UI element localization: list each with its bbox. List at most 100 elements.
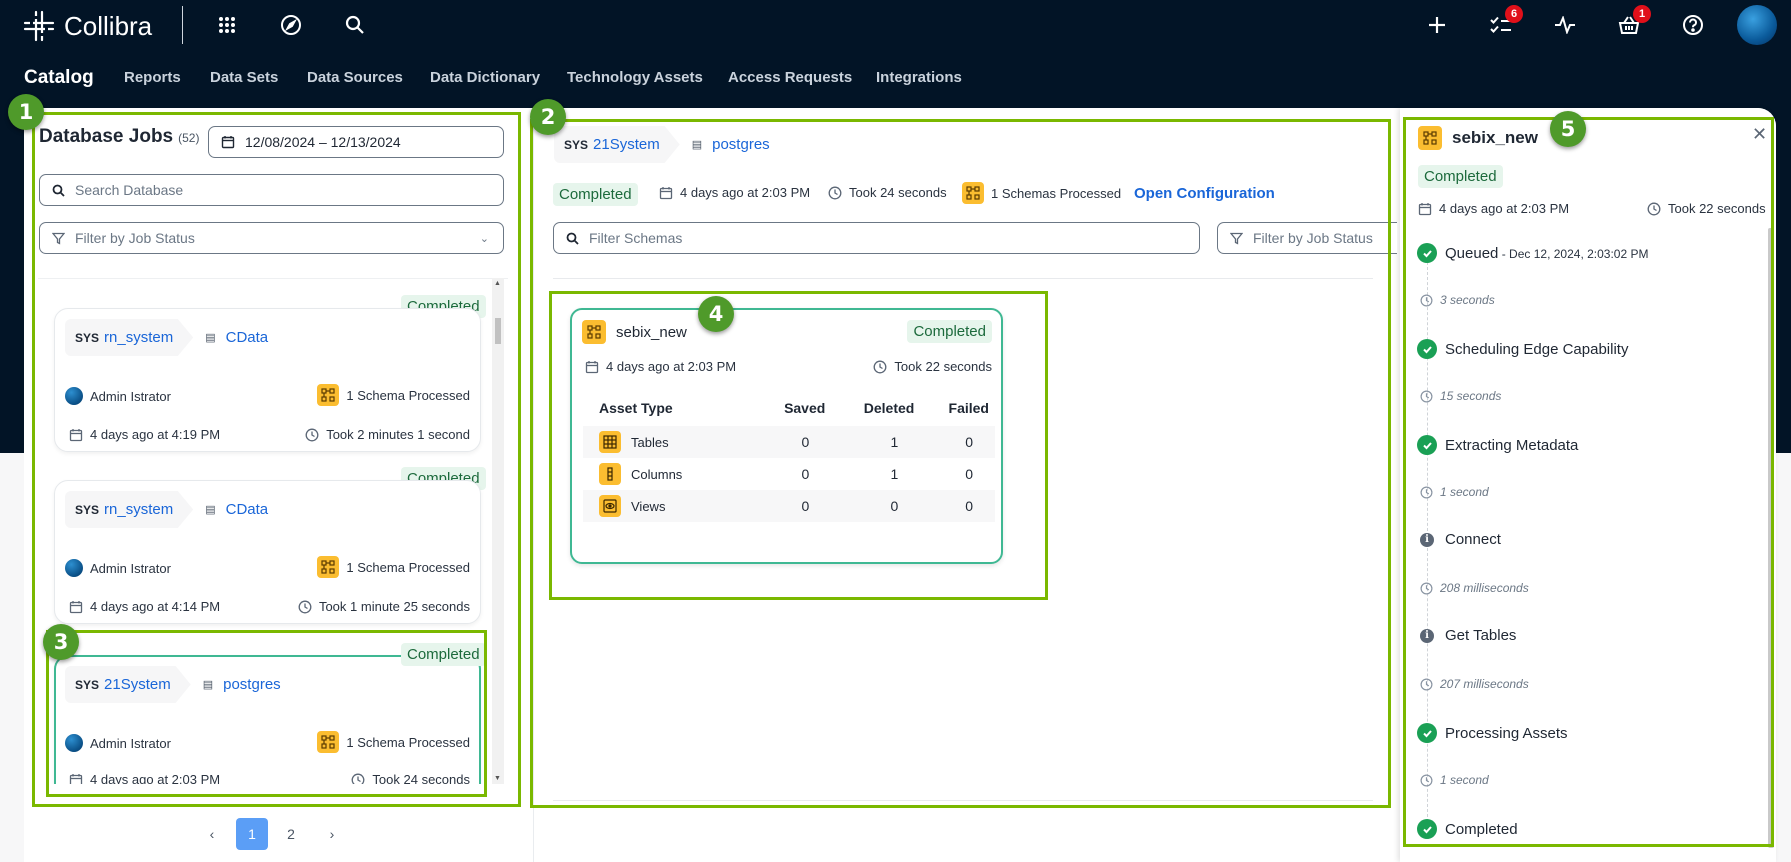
calendar-icon xyxy=(1418,202,1432,216)
step-label: Extracting Metadata xyxy=(1445,436,1579,454)
scroll-down-arrow[interactable]: ▼ xyxy=(494,775,501,782)
check-circle-icon xyxy=(1417,819,1437,839)
deleted-count: 1 xyxy=(890,466,899,482)
open-configuration-link[interactable]: Open Configuration xyxy=(1134,185,1275,202)
breadcrumb: SYS rn_system ▤ CData xyxy=(65,319,268,356)
schema-icon xyxy=(317,731,340,753)
help-icon[interactable] xyxy=(1679,11,1707,39)
pagination-prev[interactable]: ‹ xyxy=(196,818,228,850)
database-link[interactable]: postgres xyxy=(712,136,770,153)
job-card[interactable]: SYS rn_system ▤ CData Admin Istrator 1 Sch… xyxy=(54,480,481,624)
pagination-page-2[interactable]: 2 xyxy=(275,818,307,850)
jobs-list-scrollbar[interactable]: ▲ ▼ xyxy=(492,278,504,784)
scroll-thumb[interactable] xyxy=(495,318,501,344)
step-label: Connect xyxy=(1445,531,1501,548)
drawer-time: 4 days ago at 2:03 PM xyxy=(1439,201,1570,216)
pagination-page-1[interactable]: 1 xyxy=(236,818,268,850)
job-duration: Took 24 seconds xyxy=(351,772,470,784)
timeline-step: Processing Assets xyxy=(1417,723,1568,743)
nav-catalog[interactable]: Catalog xyxy=(24,60,94,95)
job-card[interactable]: SYS rn_system ▤ CData Admin Istrator 1 Sch… xyxy=(54,308,481,452)
duration-text: Took 2 minutes 1 second xyxy=(326,427,470,442)
search-icon[interactable] xyxy=(341,11,369,39)
step-label: Queued xyxy=(1445,244,1499,262)
step-duration: 208 milliseconds xyxy=(1420,581,1529,595)
tasks-checklist-icon[interactable]: 6 xyxy=(1487,5,1523,39)
database-link[interactable]: postgres xyxy=(223,676,281,693)
collibra-logo-icon xyxy=(23,10,55,42)
job-started: 4 days ago at 4:19 PM xyxy=(69,427,220,442)
step-label: Completed xyxy=(1445,820,1518,838)
schema-card[interactable]: sebix_new Completed 4 days ago at 2:03 P… xyxy=(570,308,1003,564)
basket-icon[interactable]: 1 xyxy=(1615,5,1651,39)
nav-technology-assets[interactable]: Technology Assets xyxy=(567,60,703,95)
nav-reports[interactable]: Reports xyxy=(124,60,181,95)
timeline-step: i Connect xyxy=(1417,531,1501,548)
middle-breadcrumb: SYS 21System ▤ postgres xyxy=(554,126,770,163)
nav-access-requests[interactable]: Access Requests xyxy=(728,60,852,95)
compass-icon[interactable] xyxy=(277,11,305,39)
date-range-picker[interactable]: 12/08/2024 – 12/13/2024 xyxy=(208,126,504,158)
schema-status-filter[interactable]: Filter by Job Status xyxy=(1217,222,1397,254)
pagination-next[interactable]: › xyxy=(316,818,348,850)
user-avatar xyxy=(65,387,83,405)
saved-count: 0 xyxy=(801,498,810,514)
table-header-row: Asset Type Saved Deleted Failed xyxy=(583,392,995,426)
job-started: 4 days ago at 4:14 PM xyxy=(69,599,220,614)
activity-pulse-icon[interactable] xyxy=(1551,11,1579,39)
step-label: Get Tables xyxy=(1445,627,1517,644)
apps-grid-icon[interactable] xyxy=(213,11,241,39)
search-database-input[interactable]: Search Database xyxy=(39,174,504,206)
close-icon[interactable]: ✕ xyxy=(1752,124,1767,145)
schema-started: 4 days ago at 2:03 PM xyxy=(585,359,736,374)
date-range-value: 12/08/2024 – 12/13/2024 xyxy=(245,134,401,150)
job-card-selected[interactable]: SYS 21System ▤ postgres Admin Istrator 1 S… xyxy=(54,655,481,784)
clock-icon xyxy=(351,773,365,784)
plus-icon[interactable] xyxy=(1423,11,1451,39)
job-status-filter[interactable]: Filter by Job Status ⌄ xyxy=(39,222,504,254)
nav-data-sets[interactable]: Data Sets xyxy=(210,60,278,95)
clock-icon xyxy=(1420,678,1433,691)
sys-label: SYS xyxy=(75,503,100,517)
duration-text: 208 milliseconds xyxy=(1440,581,1529,595)
system-link[interactable]: rn_system xyxy=(104,501,173,518)
info-icon: i xyxy=(1420,628,1434,643)
nav-integrations[interactable]: Integrations xyxy=(876,60,962,95)
filter-schemas-input[interactable]: Filter Schemas xyxy=(553,222,1200,254)
table-icon xyxy=(599,431,621,453)
calendar-icon xyxy=(69,600,83,614)
check-circle-icon xyxy=(1417,243,1437,263)
drawer-title: sebix_new xyxy=(1452,128,1538,147)
database-link[interactable]: CData xyxy=(226,501,269,518)
duration-text: Took 22 seconds xyxy=(1668,201,1766,216)
job-user: Admin Istrator xyxy=(65,559,171,577)
duration-text: 207 milliseconds xyxy=(1440,677,1529,691)
drawer-scrollbar[interactable] xyxy=(1768,228,1774,848)
scroll-up-arrow[interactable]: ▲ xyxy=(494,280,501,287)
job-time: 4 days ago at 2:03 PM xyxy=(680,185,811,200)
schemas-text: 1 Schema Processed xyxy=(346,387,470,403)
nav-data-dictionary[interactable]: Data Dictionary xyxy=(430,60,540,95)
database-link[interactable]: CData xyxy=(226,329,269,346)
system-link[interactable]: 21System xyxy=(104,676,171,693)
schema-icon xyxy=(317,556,340,578)
search-icon xyxy=(566,232,579,245)
asset-type-name: Tables xyxy=(631,434,669,450)
saved-count: 0 xyxy=(801,466,810,482)
asset-type-name: Columns xyxy=(631,466,683,482)
nav-data-sources[interactable]: Data Sources xyxy=(307,60,403,95)
jobs-list[interactable]: Completed SYS rn_system ▤ CData Admin Istr… xyxy=(38,278,508,784)
user-avatar[interactable] xyxy=(1737,5,1777,45)
schemas-text: 1 Schemas Processed xyxy=(991,185,1122,201)
collibra-logo[interactable]: Collibra xyxy=(22,9,152,43)
system-link[interactable]: 21System xyxy=(593,136,660,153)
system-link[interactable]: rn_system xyxy=(104,329,173,346)
clock-icon xyxy=(1420,390,1433,403)
divider xyxy=(553,800,1373,801)
divider xyxy=(553,278,1373,279)
schemas-text: 1 Schema Processed xyxy=(346,559,470,575)
job-user: Admin Istrator xyxy=(65,734,171,752)
schemas-processed: 1 Schema Processed xyxy=(317,384,470,406)
info-icon: i xyxy=(1420,532,1434,547)
drawer-header: sebix_new xyxy=(1418,126,1538,150)
